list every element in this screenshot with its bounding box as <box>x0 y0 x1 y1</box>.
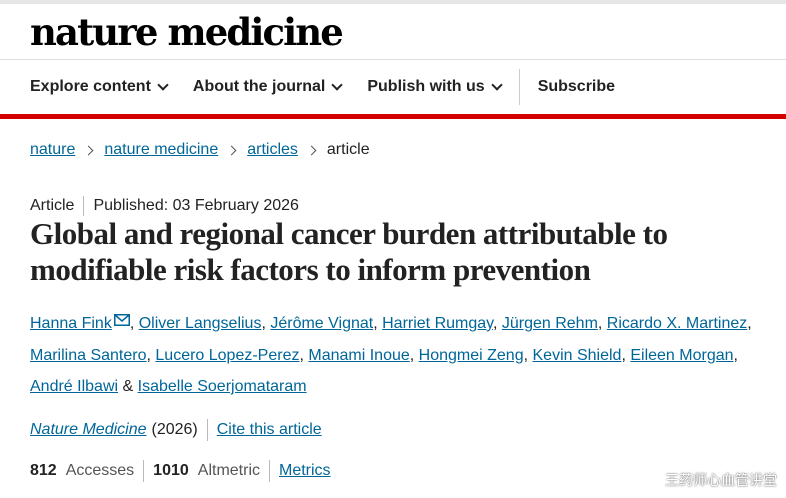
metrics-link[interactable]: Metrics <box>279 461 331 481</box>
breadcrumb-articles[interactable]: articles <box>247 140 298 160</box>
chevron-down-icon <box>491 79 503 91</box>
nav-about-the-journal[interactable]: About the journal <box>192 78 344 96</box>
altmetric-count: 1010 <box>153 462 189 479</box>
nav-about-the-journal-label: About the journal <box>192 78 326 95</box>
author-link[interactable]: Harriet Rumgay <box>382 315 493 332</box>
journal-link[interactable]: Nature Medicine <box>30 420 147 440</box>
author-link[interactable]: Oliver Langselius <box>139 315 262 332</box>
chevron-right-icon <box>306 145 317 155</box>
cite-article-link[interactable]: Cite this article <box>217 420 322 440</box>
author-link[interactable]: Hongmei Zeng <box>419 347 524 364</box>
breadcrumb-nature-medicine[interactable]: nature medicine <box>104 140 218 160</box>
nav-publish-with-us-label: Publish with us <box>367 78 485 95</box>
nav-publish-with-us[interactable]: Publish with us <box>367 78 503 96</box>
breadcrumb-nature[interactable]: nature <box>30 140 75 160</box>
metrics-bar: 812 Accesses 1010 Altmetric Metrics <box>30 460 331 482</box>
author-ampersand: & <box>122 378 134 395</box>
publication-year: (2026) <box>151 421 198 438</box>
header-divider <box>0 59 786 60</box>
author-link[interactable]: Ricardo X. Martinez <box>607 315 748 332</box>
author-link[interactable]: Manami Inoue <box>308 347 409 364</box>
chevron-down-icon <box>157 79 169 91</box>
top-rule <box>0 0 786 4</box>
author-link[interactable]: Kevin Shield <box>533 347 622 364</box>
brand-red-bar <box>0 114 786 119</box>
author-link[interactable]: Jérôme Vignat <box>270 315 373 332</box>
nav-divider <box>518 69 520 105</box>
chevron-down-icon <box>331 79 344 91</box>
published-date: Published: 03 February 2026 <box>93 197 299 214</box>
mail-icon[interactable] <box>113 314 130 326</box>
author-list: Hanna Fink, Oliver Langselius, Jérôme Vi… <box>30 314 752 395</box>
nav-explore-content[interactable]: Explore content <box>30 78 169 96</box>
nav-subscribe[interactable]: Subscribe <box>538 78 615 96</box>
article-meta: Article Published: 03 February 2026 <box>30 196 299 216</box>
metrics-divider <box>269 460 270 482</box>
article-type: Article <box>30 197 75 214</box>
nav-subscribe-label: Subscribe <box>537 78 616 95</box>
author-link[interactable]: André Ilbawi <box>30 378 118 395</box>
author-link[interactable]: Hanna Fink <box>30 315 112 332</box>
breadcrumb-current: article <box>326 141 370 158</box>
nav-explore-content-label: Explore content <box>30 78 151 95</box>
author-link[interactable]: Isabelle Soerjomataram <box>138 378 307 395</box>
chevron-right-icon <box>83 145 94 155</box>
chevron-right-icon <box>226 145 237 155</box>
metrics-divider <box>143 460 145 482</box>
site-logo[interactable]: nature medicine <box>30 10 344 54</box>
accesses-label: Accesses <box>65 462 135 479</box>
meta-divider <box>83 196 85 216</box>
citation-divider <box>206 419 208 441</box>
author-link[interactable]: Jürgen Rehm <box>502 315 598 332</box>
author-link[interactable]: Lucero Lopez-Perez <box>155 347 299 364</box>
author-link[interactable]: Marilina Santero <box>30 347 147 364</box>
author-link[interactable]: Eileen Morgan <box>630 347 733 364</box>
altmetric-label: Altmetric <box>197 462 260 479</box>
main-nav: Explore content About the journal Publis… <box>30 68 641 106</box>
breadcrumb: nature nature medicine articles article <box>30 140 370 160</box>
accesses-count: 812 <box>30 462 57 479</box>
article-title: Global and regional cancer burden attrib… <box>30 216 668 287</box>
citation-line: Nature Medicine (2026) Cite this article <box>30 419 322 441</box>
watermark: 王药师心血管讲堂 <box>665 473 777 489</box>
